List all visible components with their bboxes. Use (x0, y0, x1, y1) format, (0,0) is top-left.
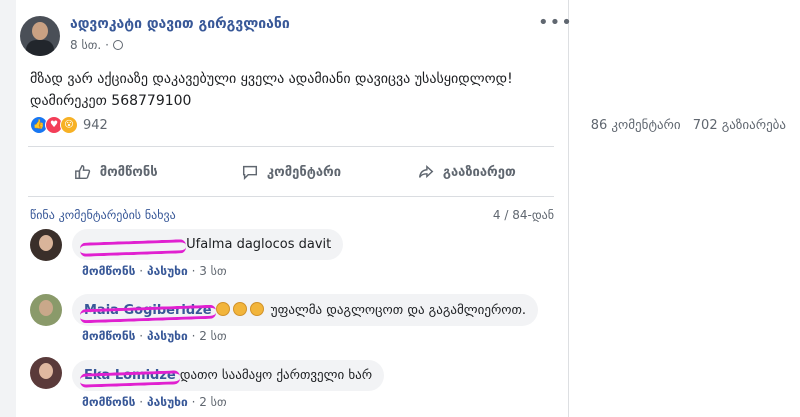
comment-bubble: Eka Lomidze დათო საამაყო ქართველი ხარ (72, 360, 385, 391)
author-avatar[interactable] (20, 16, 60, 56)
praying-hands-emoji-icon (249, 302, 264, 316)
share-button-label: გააზიარეთ (442, 164, 516, 180)
post-meta: 8 სთ. · (70, 38, 123, 52)
comment-button[interactable]: კომენტარი (203, 152, 378, 192)
comment-author-redacted[interactable] (79, 237, 187, 257)
divider (28, 146, 554, 147)
more-options-icon[interactable]: ••• (538, 12, 573, 33)
comment-avatar[interactable] (30, 294, 62, 326)
meta-separator: · (105, 38, 109, 52)
post-author-name[interactable]: ადვოკატი დავით გირგვლიანი (70, 16, 290, 32)
comment-time[interactable]: 3 სთ (199, 264, 226, 278)
right-background (569, 0, 800, 417)
post-stats: 86 კომენტარი 702 გაზიარება (583, 118, 786, 133)
meta-separator: · (139, 395, 144, 409)
meta-separator: · (139, 264, 144, 278)
praying-hands-emoji-icon (232, 302, 247, 316)
comment-text: უფალმა დაგლოცოთ და გაგამლიეროთ. (270, 303, 527, 318)
praying-hands-emoji-icon (215, 302, 230, 316)
post-text: მზად ვარ აქციაზე დაკავებული ყველა ადამია… (30, 68, 550, 112)
comment-bubble-icon (242, 165, 257, 181)
comment-time[interactable]: 2 სთ (199, 329, 226, 343)
left-background-strip (0, 0, 16, 417)
reaction-count[interactable]: 942 (83, 118, 108, 133)
reactions-summary[interactable]: 👍 ♥ 😮 942 (30, 116, 108, 134)
comment-reply-link[interactable]: პასუხი (147, 329, 188, 343)
comment-meta: მომწონს · პასუხი · 3 სთ (82, 264, 227, 278)
like-button[interactable]: მომწონს (28, 152, 203, 192)
comments-counter: 4 / 84-დან (492, 208, 554, 222)
comment-meta: მომწონს · პასუხი · 2 სთ (82, 395, 227, 409)
comment-button-label: კომენტარი (266, 164, 342, 180)
meta-separator: · (191, 395, 196, 409)
comments-count-link[interactable]: 86 კომენტარი (591, 118, 681, 133)
comment-like-link[interactable]: მომწონს (82, 264, 135, 278)
comment-author-name[interactable]: Maia Gogiberidze (79, 303, 216, 324)
comment-text: Ufalma daglocos davit (186, 237, 332, 252)
comment-avatar[interactable] (30, 357, 62, 389)
wow-reaction-icon: 😮 (60, 116, 78, 134)
meta-separator: · (191, 329, 196, 343)
comment-bubble: Maia Gogiberidze უფალმა დაგლოცოთ და გაგა… (72, 294, 539, 326)
shares-count-link[interactable]: 702 გაზიარება (693, 118, 786, 133)
comment-text: დათო საამაყო ქართველი ხარ (179, 368, 373, 383)
comment-reply-link[interactable]: პასუხი (147, 395, 188, 409)
comment-meta: მომწონს · პასუხი · 2 სთ (82, 329, 227, 343)
comment-author-name[interactable]: Eka Lomidze (79, 368, 180, 388)
thumbs-up-icon (74, 164, 90, 180)
view-previous-comments-link[interactable]: წინა კომენტარების ნახვა (30, 208, 176, 222)
comment-time[interactable]: 2 სთ (199, 395, 226, 409)
post-actions-bar: მომწონს კომენტარი გააზიარეთ (28, 152, 554, 192)
meta-separator: · (191, 264, 196, 278)
comment-reply-link[interactable]: პასუხი (147, 264, 188, 278)
globe-icon (112, 40, 123, 50)
share-button[interactable]: გააზიარეთ (379, 152, 554, 192)
comment-like-link[interactable]: მომწონს (82, 329, 135, 343)
share-arrow-icon (418, 164, 434, 179)
comment-like-link[interactable]: მომწონს (82, 395, 135, 409)
like-button-label: მომწონს (99, 164, 158, 180)
comment-avatar[interactable] (30, 229, 62, 261)
comment-bubble: Ufalma daglocos davit (72, 229, 344, 260)
post-time[interactable]: 8 სთ. (70, 38, 101, 52)
meta-separator: · (139, 329, 144, 343)
divider (28, 196, 554, 197)
post-text-line-1: მზად ვარ აქციაზე დაკავებული ყველა ადამია… (30, 71, 513, 87)
post-text-line-2: დამირეკეთ 568779100 (30, 93, 192, 109)
